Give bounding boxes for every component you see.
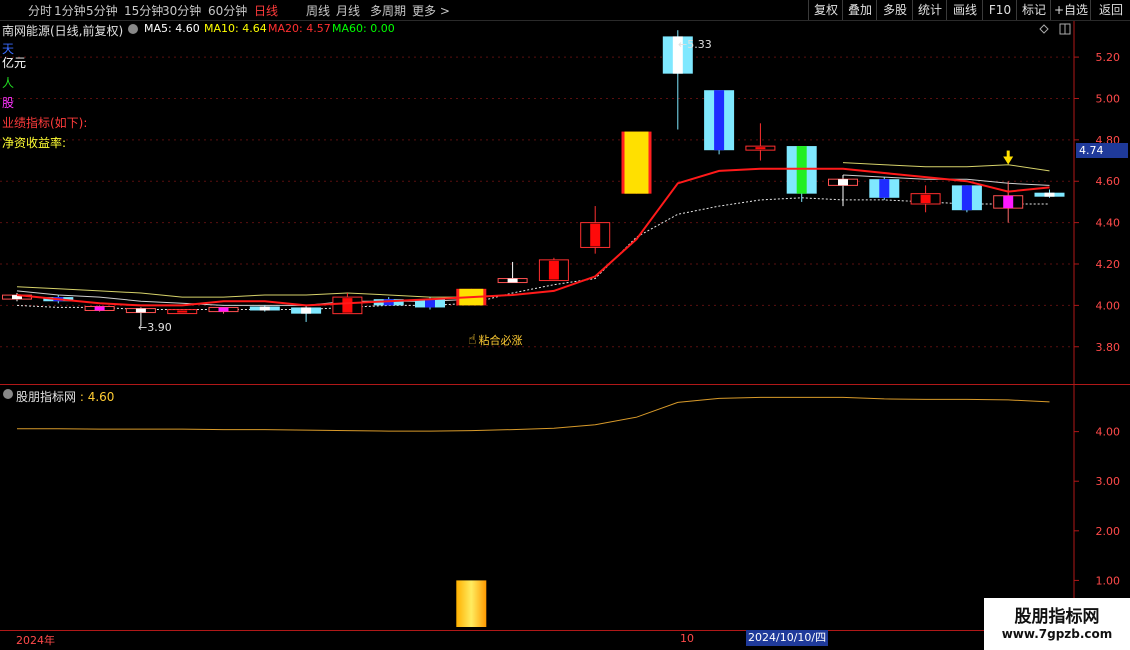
period-tab-2[interactable]: 5分钟 xyxy=(86,2,118,19)
toolbar-button-6[interactable]: 标记 xyxy=(1016,0,1051,20)
side-label-2: 人 xyxy=(2,76,15,90)
period-tab-1[interactable]: 1分钟 xyxy=(54,2,86,19)
ind-tick-label-0: 1.00 xyxy=(1096,574,1121,587)
indicator-line-0 xyxy=(17,396,1050,432)
period-tab-8[interactable]: 月线 xyxy=(336,2,360,19)
period-tab-7[interactable]: 周线 xyxy=(306,2,330,19)
date-label-year: 2024年 xyxy=(16,634,55,647)
ind-tick-label-3: 4.00 xyxy=(1096,426,1121,439)
side-label-1: 亿元 xyxy=(2,56,27,70)
watermark-url: www.7gpzb.com xyxy=(1001,627,1113,641)
high-value: 5.33 xyxy=(687,38,712,51)
candle-core-10 xyxy=(425,299,435,308)
candle-core-14 xyxy=(590,223,601,247)
toolbar-button-4[interactable]: 画线 xyxy=(946,0,983,20)
signal-arrow-icon xyxy=(1003,156,1014,165)
signal-text: 粘合必涨 xyxy=(478,334,523,347)
side-label-5: 净资收益率: xyxy=(2,136,67,150)
candle-core-17 xyxy=(714,90,725,151)
candle-core-21 xyxy=(879,179,890,198)
period-tab-4[interactable]: 30分钟 xyxy=(162,2,201,19)
ma-label-0: MA5: 4.60 xyxy=(144,22,200,35)
period-tab-3[interactable]: 15分钟 xyxy=(124,2,163,19)
side-label-3: 股 xyxy=(2,96,15,110)
candle-core-23 xyxy=(961,185,972,211)
candle-core-2 xyxy=(94,306,105,311)
high-annotation: ←5.33 xyxy=(678,38,712,51)
candle-core-6 xyxy=(259,306,270,311)
period-tab-9[interactable]: 多周期 xyxy=(370,2,406,19)
hand-pointer-icon: ☝ xyxy=(468,332,477,348)
candle-core-4 xyxy=(177,310,188,313)
ma-label-2: MA20: 4.57 xyxy=(268,22,331,35)
indicator-value: : 4.60 xyxy=(79,390,115,404)
toolbar-button-1[interactable]: 叠加 xyxy=(842,0,877,20)
settings-circle-icon xyxy=(128,24,138,34)
price-tick-label-4: 4.60 xyxy=(1096,175,1121,188)
low-value: 3.90 xyxy=(147,321,172,334)
stock-title: 南网能源(日线,前复权) xyxy=(2,24,124,38)
candle-core-5 xyxy=(218,307,229,312)
current-price-badge: 4.74 xyxy=(1076,143,1128,158)
ind-tick-label-2: 3.00 xyxy=(1096,475,1121,488)
candle-core-18 xyxy=(755,147,766,150)
arrow-left-icon: ← xyxy=(678,38,688,51)
price-tick-label-1: 4.00 xyxy=(1096,299,1121,312)
candle-core-15 xyxy=(624,131,649,194)
candle-core-12 xyxy=(507,278,518,283)
indicator-title: 股朋指标网 : 4.60 xyxy=(16,388,114,405)
period-tab-10[interactable]: 更多 > xyxy=(412,2,450,19)
indicator-circle-icon xyxy=(3,389,13,399)
candle-core-22 xyxy=(920,194,931,203)
candle-core-3 xyxy=(135,308,146,313)
side-label-4: 业绩指标(如下): xyxy=(2,116,88,130)
date-label-month: 10 xyxy=(680,632,694,645)
watermark: 股朋指标网 www.7gpzb.com xyxy=(984,598,1130,650)
toolbar-button-2[interactable]: 多股 xyxy=(876,0,913,20)
price-tick-label-6: 5.00 xyxy=(1096,92,1121,105)
period-tab-5[interactable]: 60分钟 xyxy=(208,2,247,19)
price-tick-label-2: 4.20 xyxy=(1096,258,1121,271)
toolbar-button-8[interactable]: 返回 xyxy=(1090,0,1130,20)
signal-annotation: ☝ 粘合必涨 xyxy=(468,332,523,348)
candle-core-7 xyxy=(301,307,312,314)
price-tick-label-7: 5.20 xyxy=(1096,51,1121,64)
low-annotation: ←3.90 xyxy=(138,321,172,334)
candle-core-25 xyxy=(1044,192,1055,197)
candle-core-19 xyxy=(796,146,807,194)
toolbar-button-3[interactable]: 统计 xyxy=(912,0,947,20)
candle-core-8 xyxy=(342,298,353,313)
ma-yellow-line-0 xyxy=(16,286,472,298)
period-tab-0[interactable]: 分时 xyxy=(28,2,52,19)
ind-tick-label-1: 2.00 xyxy=(1096,525,1121,538)
toolbar-button-5[interactable]: F10 xyxy=(982,0,1017,20)
date-cursor-label: 2024/10/10/四 xyxy=(746,630,829,646)
period-tab-6[interactable]: 日线 xyxy=(254,2,278,19)
price-tick-label-0: 3.80 xyxy=(1096,341,1121,354)
candle-core-13 xyxy=(548,260,559,280)
candle-core-20 xyxy=(838,179,848,186)
watermark-title: 股朋指标网 xyxy=(1014,607,1100,627)
candle-core-24 xyxy=(1003,195,1014,209)
arrow-left-icon: ← xyxy=(138,321,148,334)
toolbar-button-7[interactable]: +自选 xyxy=(1050,0,1091,20)
toolbar-button-0[interactable]: 复权 xyxy=(808,0,843,20)
indicator-bar xyxy=(456,580,487,627)
indicator-name: 股朋指标网 xyxy=(16,390,77,404)
diamond-icon xyxy=(1039,24,1049,34)
ma-label-1: MA10: 4.64 xyxy=(204,22,267,35)
period-toolbar: 分时 1分钟 5分钟 15分钟 30分钟 60分钟 日线 周线 月线 多周期 更多 > 复权 叠加 多股统… xyxy=(0,0,1130,21)
ma-yellow-line-1 xyxy=(842,162,1050,172)
ma-label-3: MA60: 0.00 xyxy=(332,22,395,35)
price-tick-label-3: 4.40 xyxy=(1096,217,1121,230)
